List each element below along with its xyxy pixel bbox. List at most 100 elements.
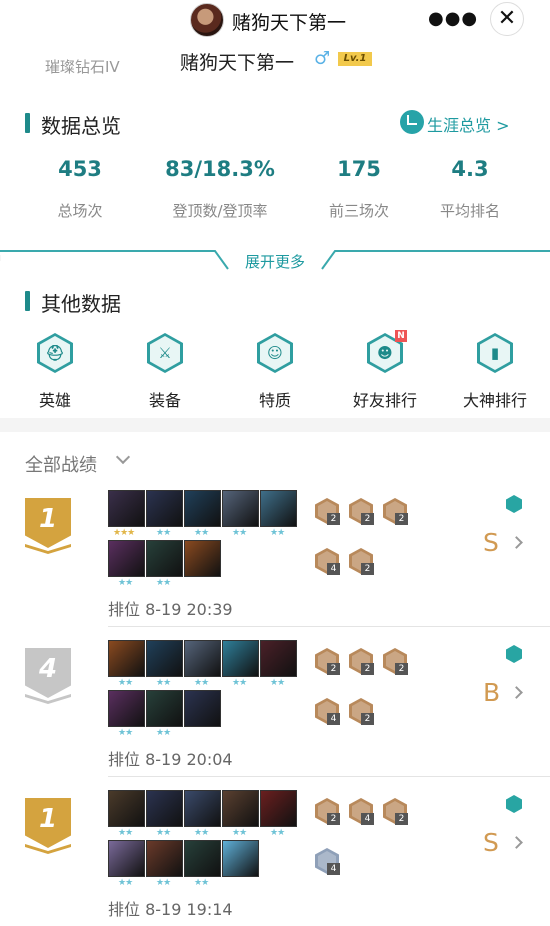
champion-portrait[interactable] [108, 790, 145, 827]
armor-icon: ⚔ [147, 333, 183, 373]
expand-more-label: 展开更多 [244, 253, 305, 271]
placement-badge: 4 [25, 648, 71, 704]
placement-number: 4 [38, 654, 58, 684]
champion-portrait[interactable] [260, 490, 297, 527]
chevron-down-icon[interactable] [115, 449, 131, 465]
page-title: 赌狗天下第一 [232, 12, 347, 34]
champion-stars: ★★ [118, 678, 133, 688]
close-button[interactable]: ✕ [490, 2, 524, 36]
trait-count: 2 [361, 663, 374, 675]
category-label: 好友排行 [352, 391, 417, 410]
mask-icon: ☺ [257, 333, 293, 373]
mode-icon [506, 795, 522, 813]
champion-stars: ★★ [118, 878, 133, 888]
chevron-right-icon[interactable] [510, 836, 523, 849]
champion-stars: ★★ [156, 528, 171, 538]
match-filter[interactable]: 全部战绩 [25, 451, 97, 477]
champion-portrait[interactable] [184, 840, 221, 877]
champion-portrait[interactable] [260, 790, 297, 827]
row-separator [108, 626, 550, 627]
stat-avg-rank-label: 平均排名 [439, 202, 500, 220]
champion-stars: ★★ [232, 678, 247, 688]
placement-badge: 1 [25, 798, 71, 854]
champion-stars: ★★ [270, 828, 285, 838]
champion-portrait[interactable] [146, 640, 183, 677]
champion-portrait[interactable] [184, 490, 221, 527]
level-badge: Lv.1 [338, 52, 372, 66]
champion-portrait[interactable] [184, 790, 221, 827]
gender-icon: ♂ [314, 48, 331, 69]
category-label: 英雄 [38, 391, 71, 410]
trait-count: 2 [361, 513, 374, 525]
career-link-label: 生涯总览 > [427, 116, 510, 135]
mode-icon [506, 495, 522, 513]
champion-portrait[interactable] [108, 640, 145, 677]
trait-count: 2 [361, 563, 374, 575]
stat-total-games-label: 总场次 [57, 202, 103, 220]
chevron-right-icon[interactable] [510, 686, 523, 699]
champion-portrait[interactable] [108, 690, 145, 727]
trait-count: 2 [327, 663, 340, 675]
champion-portrait[interactable] [222, 790, 259, 827]
champion-portrait[interactable] [108, 840, 145, 877]
champion-stars: ★★ [156, 828, 171, 838]
champion-portrait[interactable] [108, 490, 145, 527]
trait-count: 2 [327, 513, 340, 525]
champion-portrait[interactable] [146, 840, 183, 877]
mode-icon [506, 645, 522, 663]
champion-stars: ★★ [118, 828, 133, 838]
category-top-players[interactable]: ▮ 大神排行 [440, 333, 550, 411]
champion-stars: ★★ [118, 728, 133, 738]
champion-portrait[interactable] [184, 690, 221, 727]
placement-number: 1 [38, 804, 58, 834]
other-data-title: 其他数据 [41, 292, 121, 316]
champion-portrait[interactable] [146, 540, 183, 577]
expand-more[interactable]: 展开更多 [0, 245, 550, 275]
champion-portrait[interactable] [222, 490, 259, 527]
champion-portrait[interactable] [184, 540, 221, 577]
new-badge: N [395, 330, 407, 342]
trait-count: 4 [327, 563, 340, 575]
section-marker [25, 291, 30, 311]
category-heroes[interactable]: ⛑ 英雄 [0, 333, 110, 411]
category-traits[interactable]: ☺ 特质 [220, 333, 330, 411]
champion-portrait[interactable] [108, 540, 145, 577]
placement-number: 1 [38, 504, 58, 534]
champion-stars: ★★ [194, 528, 209, 538]
champion-stars: ★★★ [113, 528, 135, 538]
champion-portrait[interactable] [222, 840, 259, 877]
category-items[interactable]: ⚔ 装备 [110, 333, 220, 411]
trait-count: 2 [395, 663, 408, 675]
row-separator [108, 776, 550, 777]
section-divider [0, 418, 550, 432]
champion-portrait[interactable] [260, 640, 297, 677]
champion-stars: ★★ [118, 578, 133, 588]
champion-portrait[interactable] [146, 690, 183, 727]
section-marker [25, 113, 30, 133]
trait-count: 2 [395, 513, 408, 525]
champion-portrait[interactable] [146, 490, 183, 527]
chevron-right-icon[interactable] [510, 536, 523, 549]
trait-count: 2 [395, 813, 408, 825]
clock-icon [400, 110, 424, 134]
bar-chart-icon: ▮ [477, 333, 513, 373]
more-dots-icon[interactable]: ●●● [428, 8, 478, 29]
match-row[interactable]: 1 ★★ ★★ ★★ ★★ ★★ ★★ ★★ ★★ 2 4 2 4 S 排位 8-19 19:14 [0, 790, 550, 926]
champion-stars: ★★ [156, 578, 171, 588]
player-name: 赌狗天下第一 [180, 52, 295, 74]
category-label: 特质 [258, 391, 291, 410]
champion-stars: ★★ [270, 528, 285, 538]
placement-badge: 1 [25, 498, 71, 554]
champion-portrait[interactable] [222, 640, 259, 677]
category-friends-rank[interactable]: ☻ 好友排行 [330, 333, 440, 411]
stat-wins-label: 登顶数/登顶率 [172, 202, 268, 220]
champion-portrait[interactable] [146, 790, 183, 827]
champion-stars: ★★ [232, 528, 247, 538]
champion-stars: ★★ [232, 828, 247, 838]
avatar[interactable] [190, 3, 224, 37]
trait-count: 4 [361, 813, 374, 825]
champion-portrait[interactable] [184, 640, 221, 677]
match-row[interactable]: 1 ★★★ ★★ ★★ ★★ ★★ ★★ ★★ 2 2 2 4 2 S 排位 8-19 20:39 [0, 490, 550, 640]
match-row[interactable]: 4 ★★ ★★ ★★ ★★ ★★ ★★ ★★ 2 2 2 4 2 B 排位 8-19 20:04 [0, 640, 550, 790]
match-meta: 排位 8-19 20:39 [108, 600, 233, 619]
